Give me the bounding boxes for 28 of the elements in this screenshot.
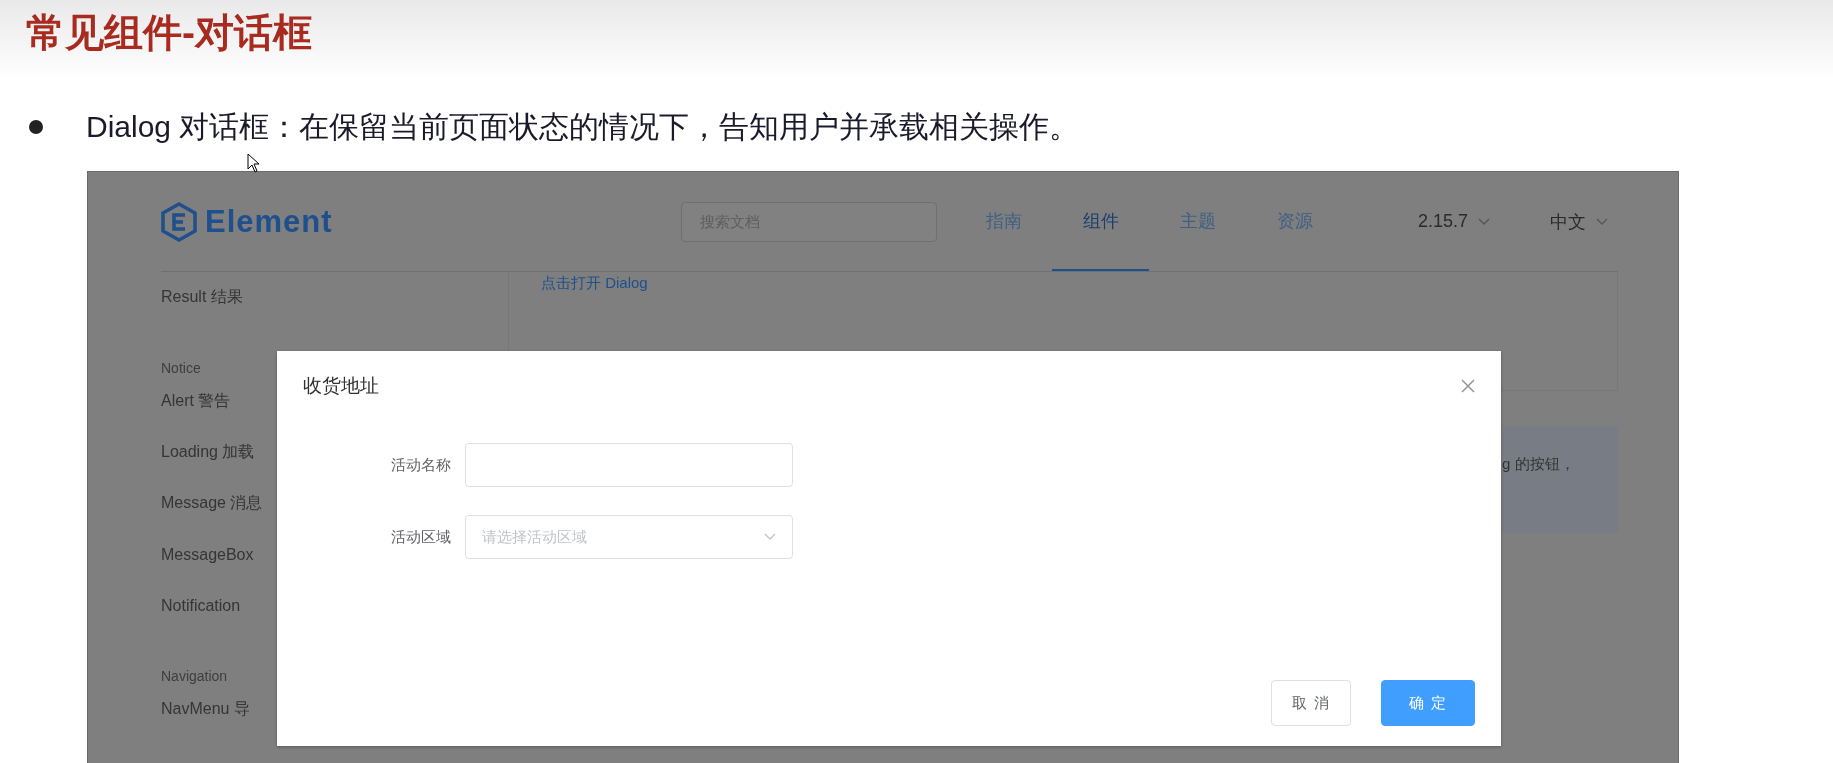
sidebar-group-label: Notice bbox=[161, 359, 202, 376]
nav-tab[interactable]: 组件 bbox=[1052, 172, 1149, 271]
confirm-button[interactable]: 确 定 bbox=[1381, 680, 1475, 726]
version-dropdown[interactable]: 2.15.7 bbox=[1418, 211, 1491, 232]
close-icon[interactable] bbox=[1461, 379, 1475, 393]
language-dropdown[interactable]: 中文 bbox=[1550, 209, 1609, 234]
nav-tab[interactable]: 主题 bbox=[1149, 172, 1246, 271]
chevron-icon bbox=[1478, 217, 1491, 226]
chevron-icon bbox=[1596, 217, 1609, 226]
bullet-icon bbox=[29, 120, 43, 134]
cancel-button[interactable]: 取 消 bbox=[1271, 680, 1351, 726]
bullet-text: Dialog 对话框：在保留当前页面状态的情况下，告知用户并承载相关操作。 bbox=[86, 108, 1080, 145]
sidebar-item[interactable]: Result 结果 bbox=[161, 272, 508, 323]
info-text: g 的按钮， bbox=[1502, 455, 1575, 474]
chevron-icon bbox=[764, 533, 776, 541]
logo-text: Element bbox=[205, 203, 333, 240]
nav-tab[interactable]: 指南 bbox=[955, 172, 1052, 271]
open-dialog-link[interactable]: 点击打开 Dialog bbox=[541, 274, 648, 293]
select-field[interactable]: 请选择活动区域 bbox=[465, 515, 793, 559]
sidebar-group-label: Navigation bbox=[161, 667, 229, 684]
field-label: 活动区域 bbox=[390, 527, 451, 547]
slide-title: 常见组件-对话框 bbox=[26, 10, 312, 56]
input-field[interactable] bbox=[465, 443, 793, 487]
field-label: 活动名称 bbox=[390, 455, 451, 475]
cursor-icon bbox=[247, 153, 260, 173]
logo-icon bbox=[161, 201, 197, 242]
dialog-title: 收货地址 bbox=[303, 374, 379, 398]
nav-tab[interactable]: 资源 bbox=[1246, 172, 1343, 271]
